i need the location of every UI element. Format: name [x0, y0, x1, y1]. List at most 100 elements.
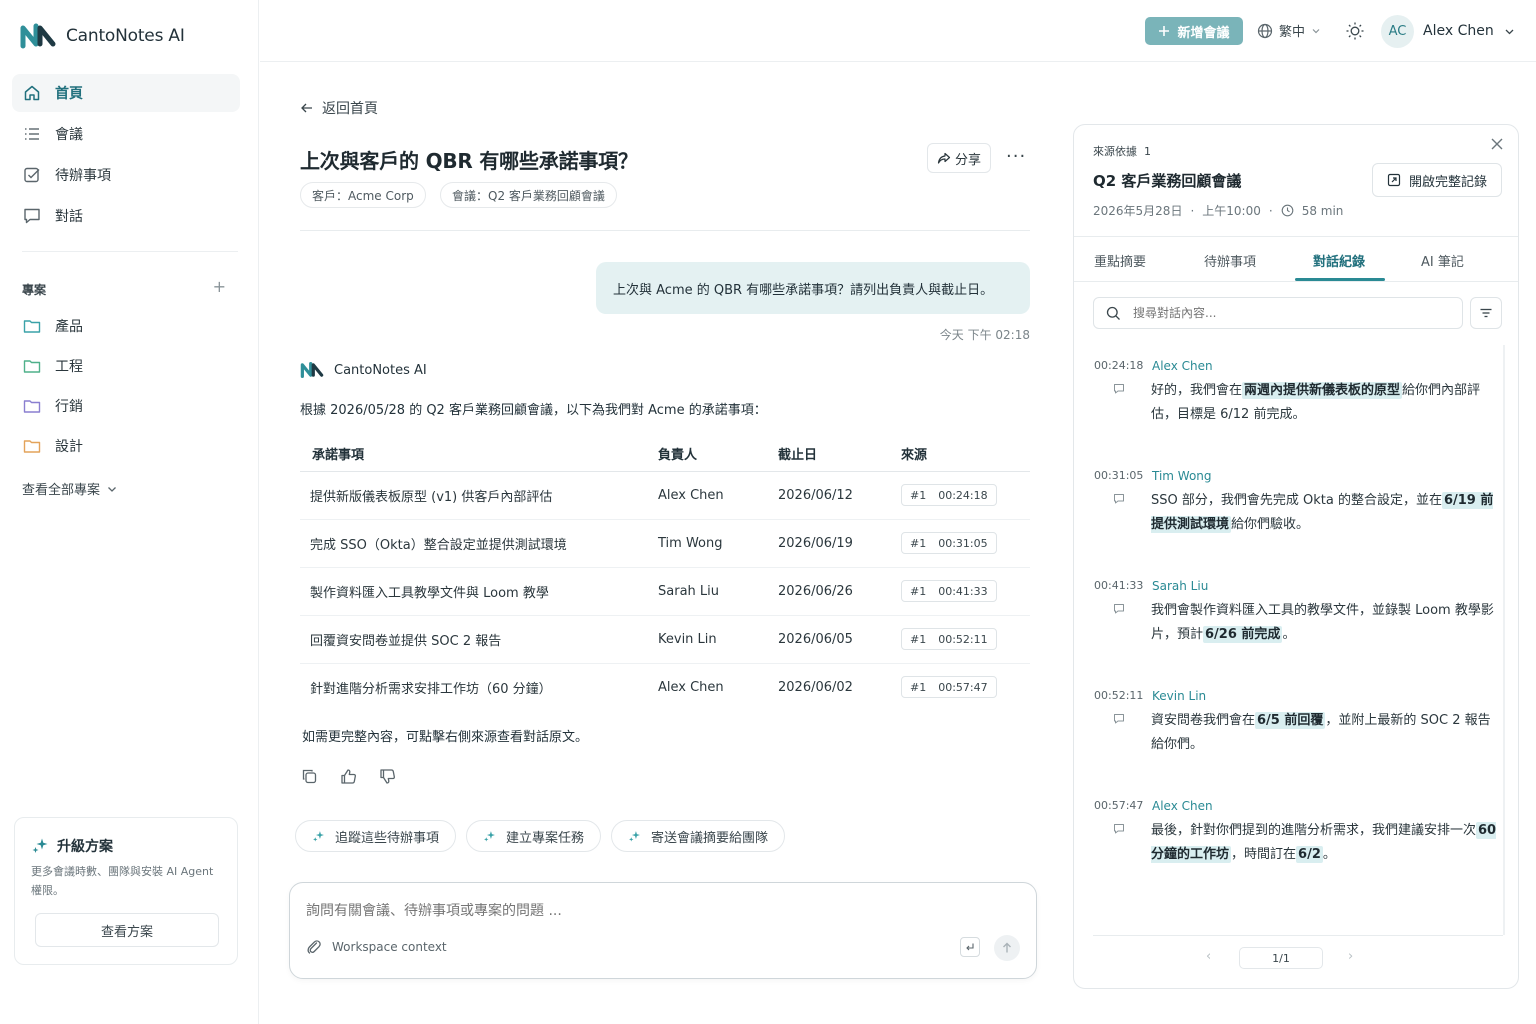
source-badge[interactable]: #1 00:24:18	[901, 484, 997, 506]
new-meeting-button[interactable]: 新增會議	[1145, 17, 1243, 45]
project-item-design[interactable]: 設計	[12, 427, 240, 465]
cell-source: #1 00:41:33	[901, 567, 1030, 616]
user-name: Alex Chen	[1423, 23, 1494, 39]
project-item-engineering[interactable]: 工程	[12, 347, 240, 385]
suggestion-chip-create-task[interactable]: 建立專案任務	[466, 820, 602, 852]
nav-item-label: 待辦事項	[55, 168, 111, 184]
avatar[interactable]: AC	[1381, 15, 1414, 48]
tag-meeting[interactable]: 會議：Q2 客戶業務回顧會議	[440, 182, 617, 208]
projects-title: 專案	[22, 283, 47, 297]
transcript-time: 00:41:33	[1094, 579, 1144, 592]
home-icon	[24, 85, 40, 101]
transcript-highlight: 6/2	[1296, 846, 1323, 863]
ai-logo-icon	[300, 361, 324, 379]
workspace-context-button[interactable]: Workspace context	[306, 939, 447, 955]
project-label: 行銷	[55, 399, 83, 415]
chat-input[interactable]	[306, 903, 906, 919]
nav-item-todos[interactable]: 待辦事項	[12, 156, 240, 194]
see-all-projects-button[interactable]: 查看全部專案	[22, 479, 118, 498]
view-plans-button[interactable]: 查看方案	[35, 913, 219, 947]
suggestion-chip-send-summary[interactable]: 寄送會議摘要給團隊	[611, 820, 786, 852]
suggestion-chip-track-todos[interactable]: 追蹤這些待辦事項	[295, 820, 457, 852]
source-badge[interactable]: #1 00:41:33	[901, 580, 997, 602]
nav-item-meetings[interactable]: 會議	[12, 115, 240, 153]
speech-bubble-icon	[1114, 384, 1124, 394]
cell-item: 回覆資安問卷並提供 SOC 2 報告	[300, 615, 658, 664]
transcript-entry[interactable]: 00:31:05 Tim Wong SSO 部分，我們會先完成 Okta 的整合…	[1094, 469, 1500, 559]
source-count: 1	[1144, 145, 1151, 158]
back-home-link[interactable]: 返回首頁	[300, 98, 378, 118]
add-project-button[interactable]: +	[213, 279, 226, 298]
transcript-entry[interactable]: 00:52:11 Kevin Lin 資安問卷我們會在 6/5 前回覆 ，並附上最新…	[1094, 689, 1500, 779]
nav-item-chats[interactable]: 對話	[12, 197, 240, 235]
paperclip-icon[interactable]	[306, 939, 322, 955]
table-row: 完成 SSO（Okta）整合設定並提供測試環境 Tim Wong 2026/06…	[300, 519, 1030, 568]
tab-ai-notes[interactable]: AI 筆記	[1421, 251, 1464, 270]
theme-toggle-button[interactable]	[1345, 21, 1365, 45]
tab-todos[interactable]: 待辦事項	[1204, 251, 1256, 270]
transcript-text: SSO 部分，我們會先完成 Okta 的整合設定，並在 6/19 前提供測試環境給…	[1151, 492, 1494, 533]
chevron-left-icon[interactable]: ‹	[1206, 949, 1211, 964]
transcript-highlight: 6/26 前完成	[1203, 626, 1283, 643]
source-panel: 來源依據 1 Q2 客戶業務回顧會議 2026年5月28日 · 上午10:00 …	[1073, 124, 1519, 989]
project-item-marketing[interactable]: 行銷	[12, 387, 240, 425]
source-badge[interactable]: #1 00:57:47	[901, 676, 997, 699]
tag-customer[interactable]: 客戶：Acme Corp	[300, 182, 426, 208]
copy-icon[interactable]	[301, 768, 318, 785]
column-header: 來源	[901, 436, 1030, 472]
transcript-entry[interactable]: 00:41:33 Sarah Liu 我們會製作資料匯入工具的教學文件，並錄製 …	[1094, 579, 1500, 669]
open-full-record-button[interactable]: 開啟完整記錄	[1372, 163, 1502, 197]
project-list: 產品 工程 行銷 設計	[12, 307, 240, 467]
project-item-product[interactable]: 產品	[12, 307, 240, 345]
app-logo[interactable]: CantoNotes AI	[20, 22, 185, 50]
thumbs-up-icon[interactable]	[340, 768, 357, 785]
send-button[interactable]	[994, 935, 1020, 961]
nav-item-label: 首頁	[55, 86, 83, 102]
column-header: 截止日	[778, 436, 901, 472]
speech-bubble-icon	[1114, 604, 1124, 614]
speech-bubble-icon	[1114, 714, 1124, 724]
share-button[interactable]: 分享	[927, 143, 991, 173]
source-badge[interactable]: #1 00:31:05	[901, 532, 997, 554]
sun-icon	[1346, 22, 1364, 40]
cell-owner: Alex Chen	[658, 679, 724, 695]
upgrade-description: 更多會議時數、團隊與安裝 AI Agent 權限。	[31, 865, 214, 897]
filter-button[interactable]	[1470, 297, 1502, 329]
meeting-duration: 58 min	[1301, 203, 1344, 218]
chevron-right-icon[interactable]: ›	[1348, 949, 1353, 964]
meeting-date: 2026年5月28日	[1093, 204, 1183, 218]
source-badge[interactable]: #1 00:52:11	[901, 628, 997, 650]
ai-name: CantoNotes AI	[334, 362, 427, 378]
nav-item-home[interactable]: 首頁	[12, 74, 240, 112]
tab-summary[interactable]: 重點摘要	[1094, 251, 1146, 270]
project-label: 產品	[55, 319, 83, 335]
ai-message-header: CantoNotes AI	[300, 361, 427, 379]
table-row: 回覆資安問卷並提供 SOC 2 報告 Kevin Lin 2026/06/05 …	[300, 615, 1030, 664]
thumbs-down-icon[interactable]	[379, 768, 396, 785]
transcript-entry[interactable]: 00:57:47 Alex Chen 最後，針對你們提到的進階分析需求，我們建議…	[1094, 799, 1500, 889]
sparkle-icon	[32, 838, 48, 853]
user-message: 上次與 Acme 的 QBR 有哪些承諾事項？請列出負責人與截止日。	[596, 262, 1030, 314]
nav-item-label: 對話	[55, 209, 83, 225]
tab-transcript[interactable]: 對話紀錄	[1313, 251, 1365, 270]
list-icon	[25, 128, 39, 140]
more-options-button[interactable]: ···	[1006, 146, 1026, 167]
expand-composer-button[interactable]	[960, 937, 980, 957]
speech-bubble-icon	[1114, 494, 1124, 504]
folder-icon	[23, 320, 41, 333]
transcript-scrollbar[interactable]	[1503, 345, 1505, 935]
table-row: 提供新版儀表板原型 (v1) 供客戶內部評估 Alex Chen 2026/06…	[300, 471, 1030, 520]
folder-icon	[23, 360, 41, 373]
user-menu[interactable]: Alex Chen	[1423, 23, 1515, 39]
column-header: 負責人	[658, 436, 778, 472]
cell-item: 提供新版儀表板原型 (v1) 供客戶內部評估	[300, 471, 658, 520]
language-selector[interactable]: 繁中	[1257, 21, 1321, 40]
checkbox-icon	[24, 167, 40, 183]
table-header-row: 承諾事項 負責人 截止日 來源	[300, 436, 1030, 472]
close-panel-button[interactable]	[1490, 135, 1504, 156]
transcript-entry[interactable]: 00:24:18 Alex Chen 好的，我們會在 兩週內提供新儀表板的原型 給你…	[1094, 359, 1500, 449]
transcript-text: 資安問卷我們會在 6/5 前回覆 ，並附上最新的 SOC 2 報告給你們。	[1151, 712, 1491, 752]
transcript-text: 好的，我們會在 兩週內提供新儀表板的原型 給你們內部評估，目標是 6/12 前完成。	[1151, 382, 1481, 422]
transcript-search-input[interactable]	[1133, 306, 1433, 320]
transcript-text: 我們會製作資料匯入工具的教學文件，並錄製 Loom 教學影片，預計 6/26 前完…	[1151, 603, 1494, 643]
